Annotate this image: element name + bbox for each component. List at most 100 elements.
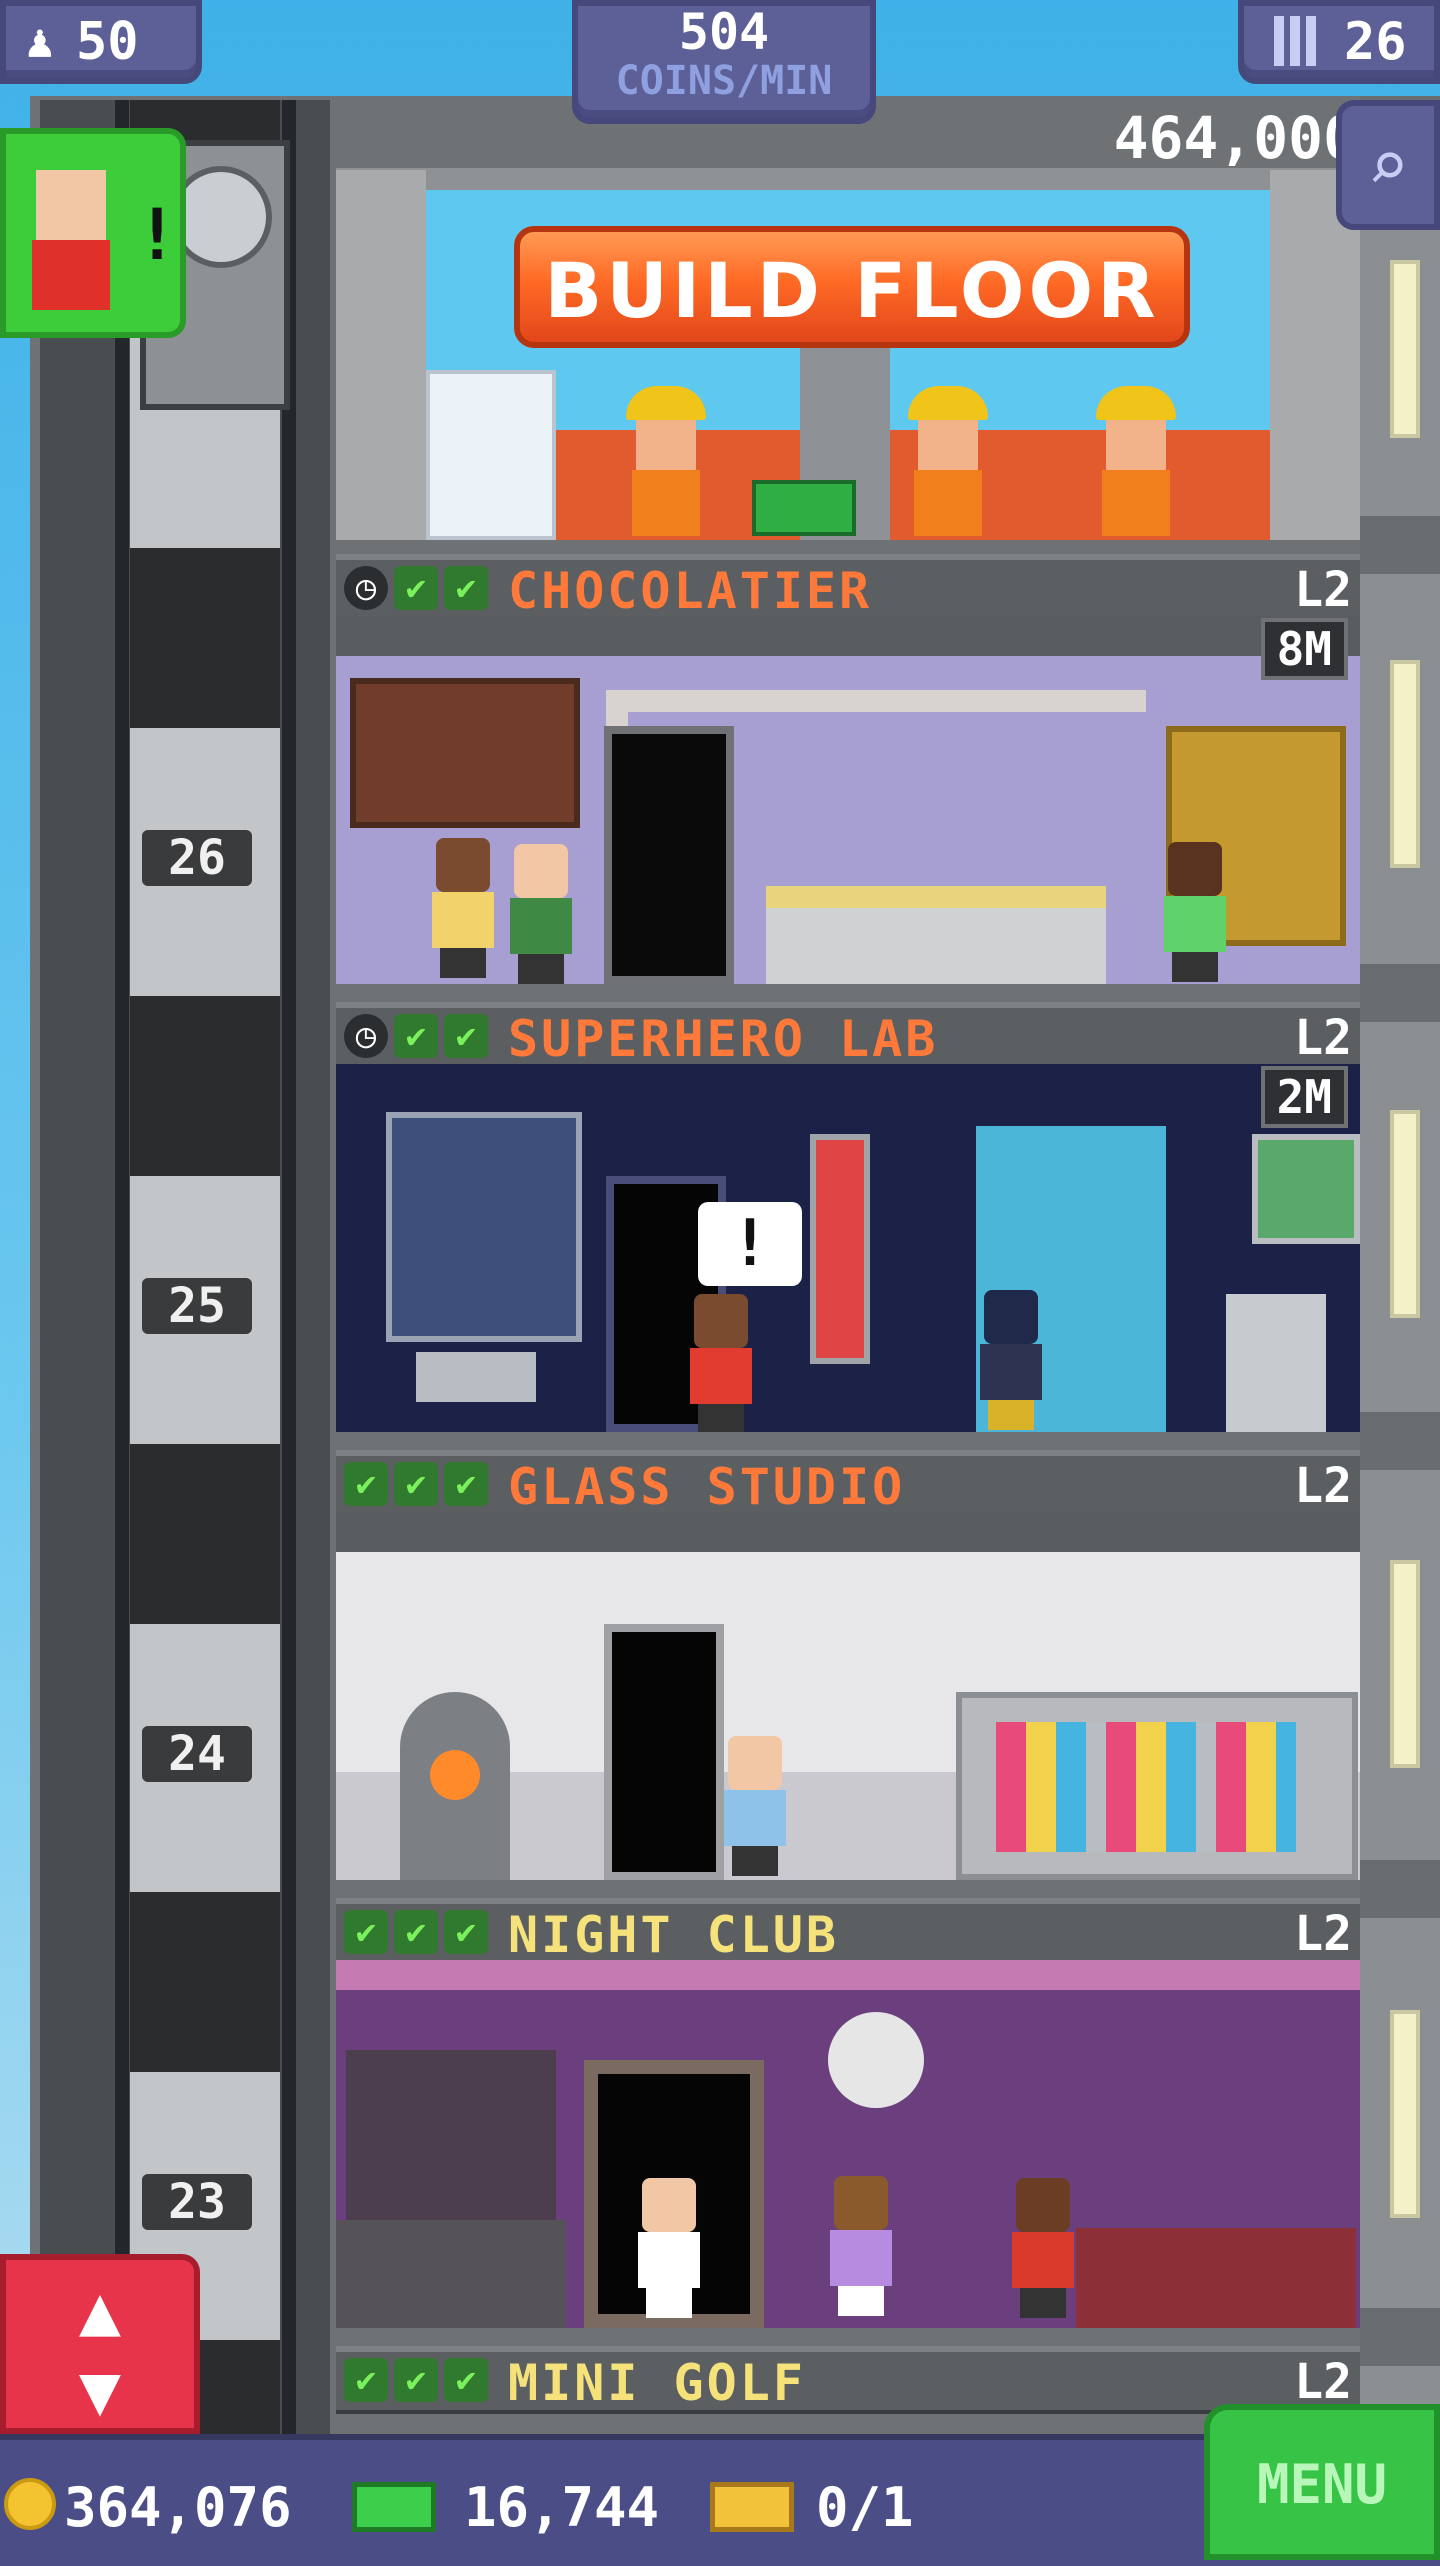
build-floor-button[interactable]: BUILD FLOOR: [514, 226, 1190, 348]
golden-ticket-icon: [710, 2482, 794, 2532]
menu-button[interactable]: MENU: [1204, 2404, 1440, 2560]
furnace-fire: [430, 1750, 480, 1800]
check-icon: ✔: [444, 1014, 488, 1058]
window: [1390, 260, 1420, 438]
window: [1390, 1560, 1420, 1768]
speech-bubble[interactable]: !: [698, 1202, 802, 1286]
floor-level: L2: [1294, 1906, 1352, 1962]
elevator-floor-number: 26: [142, 830, 252, 886]
elevator-floor-number: 25: [142, 1278, 252, 1334]
floor-chocolatier[interactable]: 8M: [336, 616, 1360, 984]
glass-pane: [426, 370, 556, 540]
world-map-screen: [1252, 1134, 1360, 1244]
floor-name: NIGHT CLUB: [508, 1906, 840, 1964]
bitizen[interactable]: [428, 838, 498, 978]
floor-night-club[interactable]: [336, 1960, 1360, 2328]
bitizen-avatar: [36, 170, 106, 240]
counter-top: [766, 886, 1106, 908]
glass-vases: [996, 1722, 1296, 1852]
bitizen[interactable]: [1160, 842, 1230, 982]
window: [1390, 2010, 1420, 2218]
coins-per-min-display: 504 COINS/MIN: [572, 0, 876, 124]
floor-level: L2: [1294, 2354, 1352, 2410]
check-icon: ✔: [444, 2358, 488, 2402]
chocolate-shelf: [350, 678, 580, 828]
elevator-button[interactable]: ▲ ▼: [0, 2254, 200, 2434]
golden-tickets-count: 0/1: [816, 2476, 914, 2539]
check-icon: ✔: [444, 566, 488, 610]
floor-name: CHOCOLATIER: [508, 562, 873, 620]
coin-icon: [4, 2478, 56, 2530]
bar-shelf: [346, 2050, 556, 2220]
construction-worker: [626, 386, 706, 536]
elevator-rail-left: [115, 100, 129, 2440]
bitizen[interactable]: [686, 1294, 756, 1432]
search-button[interactable]: ⌕: [1336, 100, 1440, 230]
coins-per-min-label: COINS/MIN: [615, 58, 833, 104]
bitizen-batman[interactable]: [976, 1290, 1046, 1430]
floor-header-night-club[interactable]: ✔ ✔ ✔ NIGHT CLUB L2: [336, 1898, 1360, 1966]
check-icon: ✔: [394, 1014, 438, 1058]
floor-level: L2: [1294, 562, 1352, 618]
bitizen-avatar-body: [32, 240, 110, 310]
lounge-sofa: [1076, 2228, 1356, 2328]
computer-terminal: [1226, 1294, 1326, 1432]
bux-balance: 16,744: [464, 2476, 660, 2539]
elevator-rail-right: [282, 100, 296, 2440]
restock-timer: 8M: [1260, 618, 1348, 680]
build-pillar: [336, 170, 426, 540]
floor-ceiling: [336, 616, 1360, 656]
elevator-floor-number: 24: [142, 1726, 252, 1782]
floor-header-glass-studio[interactable]: ✔ ✔ ✔ GLASS STUDIO L2: [336, 1450, 1360, 1518]
floor-count-value: 26: [1344, 12, 1407, 72]
counter: [766, 904, 1106, 984]
coins-balance: 364,076: [64, 2476, 292, 2539]
pipe: [606, 690, 1146, 712]
window: [1390, 1110, 1420, 1318]
floor-header-superhero-lab[interactable]: ◷ ✔ ✔ SUPERHERO LAB L2: [336, 1002, 1360, 1070]
elevator-floor-number: 23: [142, 2174, 252, 2230]
floor-count[interactable]: 26: [1238, 0, 1440, 84]
bitizen-bellhop[interactable]: [1008, 2178, 1078, 2318]
floor-name: GLASS STUDIO: [508, 1458, 906, 1516]
magnifier-icon: ⌕: [1366, 125, 1410, 207]
floor-glass-studio[interactable]: [336, 1512, 1360, 1880]
floor-level: L2: [1294, 1458, 1352, 1514]
clock-icon: ◷: [344, 566, 388, 610]
bux-icon: [352, 2482, 436, 2532]
up-down-arrows-icon: ▲ ▼: [78, 2269, 122, 2431]
control-panel: [416, 1352, 536, 1402]
clock-icon: ◷: [344, 1014, 388, 1058]
elevator-track: [130, 100, 280, 2440]
floor-header-mini-golf[interactable]: ✔ ✔ ✔ MINI GOLF L2: [336, 2346, 1360, 2414]
floor-header-chocolatier[interactable]: ◷ ✔ ✔ CHOCOLATIER L2: [336, 554, 1360, 622]
bitizen[interactable]: [634, 2178, 704, 2318]
check-icon: ✔: [394, 1910, 438, 1954]
doorway: [604, 726, 734, 984]
check-icon: ✔: [344, 1910, 388, 1954]
check-icon: ✔: [344, 1462, 388, 1506]
floor-ceiling: [336, 1512, 1360, 1552]
floor-name: SUPERHERO LAB: [508, 1010, 939, 1068]
bitizen[interactable]: [506, 844, 576, 984]
check-icon: ✔: [394, 2358, 438, 2402]
disco-ball: [828, 2012, 924, 2108]
coins-per-min-value: 504: [678, 3, 770, 61]
bitizen-alert-button[interactable]: !: [0, 128, 186, 338]
building-icon: [1274, 16, 1318, 66]
build-cost: 464,000: [1113, 104, 1358, 172]
bar-counter: [336, 2220, 566, 2328]
floor-name: MINI GOLF: [508, 2354, 806, 2412]
bitizen[interactable]: [826, 2176, 896, 2316]
hero-blueprint-screen: [386, 1112, 582, 1342]
floor-superhero-lab[interactable]: 2M !: [336, 1064, 1360, 1432]
population-value: 50: [76, 12, 139, 72]
check-icon: ✔: [444, 1910, 488, 1954]
construction-worker: [908, 386, 988, 536]
alert-mark: !: [136, 194, 179, 276]
check-icon: ✔: [394, 566, 438, 610]
population-counter[interactable]: ♟ 50: [0, 0, 202, 84]
doorway: [604, 1624, 724, 1880]
bitizen[interactable]: [720, 1736, 790, 1876]
dna-tube: [810, 1134, 870, 1364]
